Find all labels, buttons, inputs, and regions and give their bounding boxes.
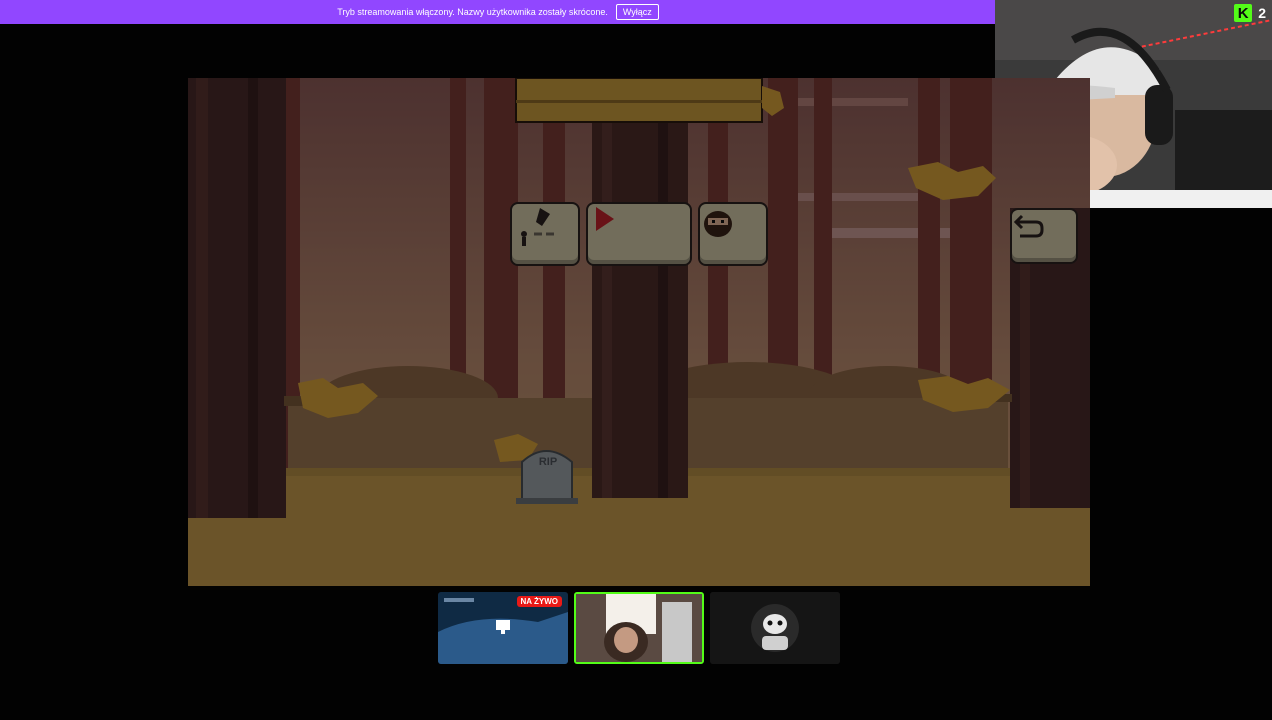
thumbnail-strip: NA ŻYWO xyxy=(438,592,840,664)
tombstone-label: RIP xyxy=(538,456,558,468)
viewer-count: 2 xyxy=(1258,5,1266,21)
kick-logo-icon: K xyxy=(1234,4,1253,22)
stream-preview-thumbnail[interactable]: NA ŻYWO xyxy=(438,592,568,664)
lumberjack-face-icon xyxy=(704,211,732,237)
user-avatar-icon xyxy=(710,592,840,664)
undo-arrow-icon xyxy=(1013,214,1044,238)
back-button[interactable] xyxy=(1010,208,1078,264)
controls-icon xyxy=(521,208,554,246)
play-button[interactable] xyxy=(586,202,692,266)
webcam-preview-image xyxy=(576,594,702,662)
play-icon xyxy=(596,207,614,231)
webcam-preview-thumbnail[interactable] xyxy=(574,592,704,664)
game-canvas[interactable]: RIP xyxy=(188,78,1090,586)
settings-button[interactable] xyxy=(510,202,580,266)
banner-text: Tryb streamowania włączony. Nazwy użytko… xyxy=(337,7,608,17)
avatar-preview-thumbnail[interactable] xyxy=(710,592,840,664)
live-badge: NA ŻYWO xyxy=(516,596,562,607)
viewer-counter: K 2 xyxy=(1234,4,1266,22)
disable-streamer-mode-button[interactable]: Wyłącz xyxy=(615,4,659,20)
game-scene xyxy=(188,78,1090,586)
streamer-mode-banner: Tryb streamowania włączony. Nazwy użytko… xyxy=(0,0,996,24)
character-select-button[interactable] xyxy=(698,202,768,266)
